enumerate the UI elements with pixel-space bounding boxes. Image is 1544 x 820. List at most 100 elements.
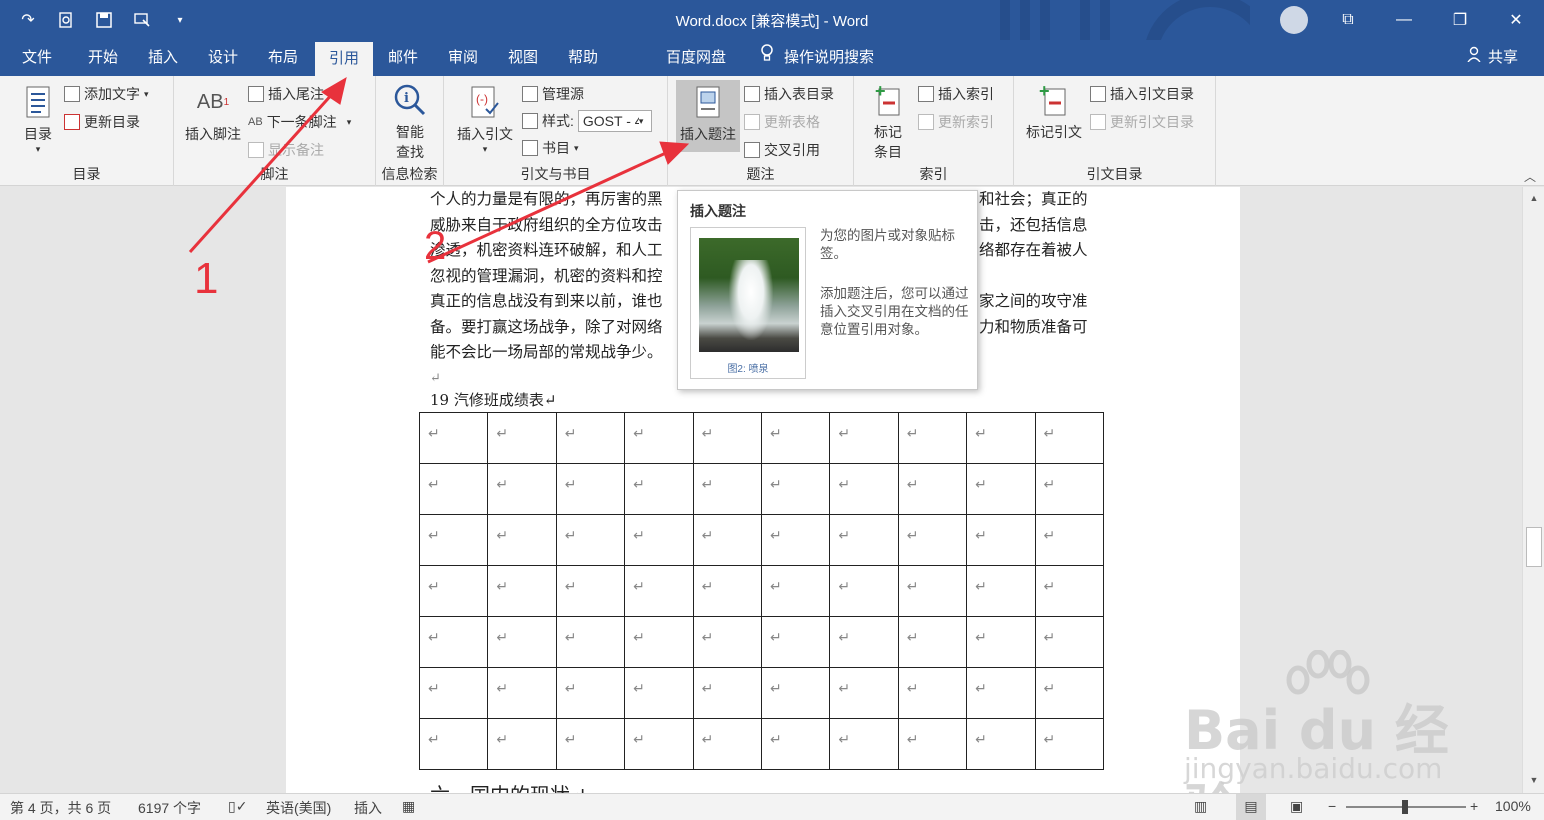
table-cell[interactable]: ↵	[760, 718, 831, 770]
table-cell[interactable]: ↵	[692, 667, 762, 719]
table-cell[interactable]: ↵	[487, 463, 557, 515]
table-cell[interactable]: ↵	[555, 718, 626, 770]
table-cell[interactable]: ↵	[487, 565, 557, 617]
page-count[interactable]: 第 4 页，共 6 页	[10, 798, 111, 818]
table-cell[interactable]: ↵	[897, 412, 968, 464]
table-cell[interactable]: ↵	[624, 667, 694, 719]
cross-reference-button[interactable]: 交叉引用	[744, 140, 820, 160]
table-cell[interactable]: ↵	[418, 514, 489, 566]
table-cell[interactable]: ↵	[487, 514, 557, 566]
table-cell[interactable]: ↵	[418, 565, 489, 617]
table-cell[interactable]: ↵	[829, 565, 899, 617]
table-cell[interactable]: ↵	[966, 565, 1036, 617]
table-cell[interactable]: ↵	[692, 463, 762, 515]
add-text-button[interactable]: 添加文字 ▾	[64, 84, 149, 104]
table-cell[interactable]: ↵	[897, 565, 968, 617]
table-cell[interactable]: ↵	[760, 463, 831, 515]
table-cell[interactable]: ↵	[692, 412, 762, 464]
zoom-level[interactable]: 100%	[1495, 798, 1531, 814]
table-cell[interactable]: ↵	[487, 412, 557, 464]
table-cell[interactable]: ↵	[555, 667, 626, 719]
table-cell[interactable]: ↵	[966, 412, 1036, 464]
table-cell[interactable]: ↵	[966, 616, 1036, 668]
table-cell[interactable]: ↵	[624, 412, 694, 464]
table-cell[interactable]: ↵	[418, 412, 489, 464]
table-cell[interactable]: ↵	[418, 718, 489, 770]
tab-view[interactable]: 视图	[508, 40, 538, 76]
user-avatar[interactable]	[1280, 6, 1308, 34]
table-cell[interactable]: ↵	[418, 667, 489, 719]
language[interactable]: 英语(美国)	[266, 798, 331, 818]
print-layout-icon[interactable]: ▤	[1236, 794, 1266, 820]
insert-endnote-button[interactable]: 插入尾注	[248, 84, 324, 104]
collapse-ribbon-icon[interactable]: ︿	[1524, 168, 1536, 185]
show-notes-button[interactable]: 显示备注	[248, 140, 324, 160]
zoom-in-icon[interactable]: +	[1470, 798, 1478, 814]
table-cell[interactable]: ↵	[624, 514, 694, 566]
table-cell[interactable]: ↵	[487, 616, 557, 668]
table-cell[interactable]: ↵	[624, 718, 694, 770]
table-cell[interactable]: ↵	[966, 667, 1036, 719]
insert-mode[interactable]: 插入	[354, 798, 382, 818]
table-cell[interactable]: ↵	[897, 514, 968, 566]
table-cell[interactable]: ↵	[760, 565, 831, 617]
vertical-scrollbar[interactable]: ▲ ▼	[1522, 187, 1544, 793]
tell-me-search[interactable]: 操作说明搜索	[760, 40, 874, 76]
update-table-button[interactable]: 更新表格	[744, 112, 820, 132]
mark-citation-button[interactable]: + 标记引文	[1022, 82, 1086, 142]
table-cell[interactable]: ↵	[829, 514, 899, 566]
grades-table[interactable]: ↵ ↵ ↵ ↵ ↵ ↵ ↵ ↵ ↵ ↵ ↵ ↵ ↵ ↵ ↵ ↵ ↵ ↵ ↵ ↵ ↵ ↵ ↵ ↵ ↵ ↵ ↵ ↵ ↵ ↵ ↵ ↵ ↵ ↵ ↵ ↵ ↵ ↵ ↵ ↵…	[418, 412, 1104, 770]
table-cell[interactable]: ↵	[418, 463, 489, 515]
table-cell[interactable]: ↵	[829, 412, 899, 464]
zoom-out-icon[interactable]: −	[1328, 798, 1336, 814]
table-cell[interactable]: ↵	[555, 616, 626, 668]
read-mode-icon[interactable]: ▥	[1194, 798, 1207, 815]
insert-caption-button[interactable]: 插入题注	[676, 80, 740, 152]
tab-references[interactable]: 引用	[315, 42, 374, 76]
proofing-icon[interactable]: ▯✓	[228, 798, 247, 815]
table-cell[interactable]: ↵	[692, 565, 762, 617]
tab-review[interactable]: 审阅	[448, 40, 478, 76]
insert-footnote-button[interactable]: AB 1 插入脚注	[182, 84, 244, 144]
update-toa-button[interactable]: 更新引文目录	[1090, 112, 1194, 132]
restore-icon[interactable]: ❐	[1432, 0, 1488, 40]
table-cell[interactable]: ↵	[692, 718, 762, 770]
table-cell[interactable]: ↵	[1034, 616, 1104, 668]
table-cell[interactable]: ↵	[966, 463, 1036, 515]
table-cell[interactable]: ↵	[897, 463, 968, 515]
table-cell[interactable]: ↵	[692, 616, 762, 668]
tab-baidu-netdisk[interactable]: 百度网盘	[666, 40, 726, 76]
table-cell[interactable]: ↵	[418, 616, 489, 668]
table-cell[interactable]: ↵	[1034, 718, 1104, 770]
table-cell[interactable]: ↵	[692, 514, 762, 566]
table-cell[interactable]: ↵	[487, 667, 557, 719]
table-cell[interactable]: ↵	[829, 463, 899, 515]
close-icon[interactable]: ✕	[1488, 0, 1544, 40]
tab-insert[interactable]: 插入	[148, 40, 178, 76]
mark-entry-button[interactable]: + 标记 条目	[862, 82, 914, 162]
table-cell[interactable]: ↵	[760, 412, 831, 464]
table-cell[interactable]: ↵	[829, 616, 899, 668]
insert-index-button[interactable]: 插入索引	[918, 84, 994, 104]
table-cell[interactable]: ↵	[760, 616, 831, 668]
table-cell[interactable]: ↵	[760, 667, 831, 719]
table-cell[interactable]: ↵	[966, 514, 1036, 566]
word-count[interactable]: 6197 个字	[138, 798, 201, 818]
insert-citation-button[interactable]: (-) 插入引文 ▾	[452, 84, 518, 155]
table-cell[interactable]: ↵	[624, 463, 694, 515]
table-cell[interactable]: ↵	[1034, 514, 1104, 566]
macro-icon[interactable]: ▦	[402, 798, 415, 815]
table-cell[interactable]: ↵	[624, 565, 694, 617]
smart-lookup-button[interactable]: i 智能 查找	[386, 82, 434, 162]
table-cell[interactable]: ↵	[829, 667, 899, 719]
scrollbar-thumb[interactable]	[1526, 527, 1542, 567]
table-cell[interactable]: ↵	[897, 616, 968, 668]
tab-help[interactable]: 帮助	[568, 40, 598, 76]
table-cell[interactable]: ↵	[760, 514, 831, 566]
table-cell[interactable]: ↵	[555, 565, 626, 617]
minimize-icon[interactable]: —	[1376, 0, 1432, 40]
table-cell[interactable]: ↵	[1034, 463, 1104, 515]
update-toc-button[interactable]: 更新目录	[64, 112, 140, 132]
table-cell[interactable]: ↵	[555, 463, 626, 515]
table-cell[interactable]: ↵	[555, 412, 626, 464]
